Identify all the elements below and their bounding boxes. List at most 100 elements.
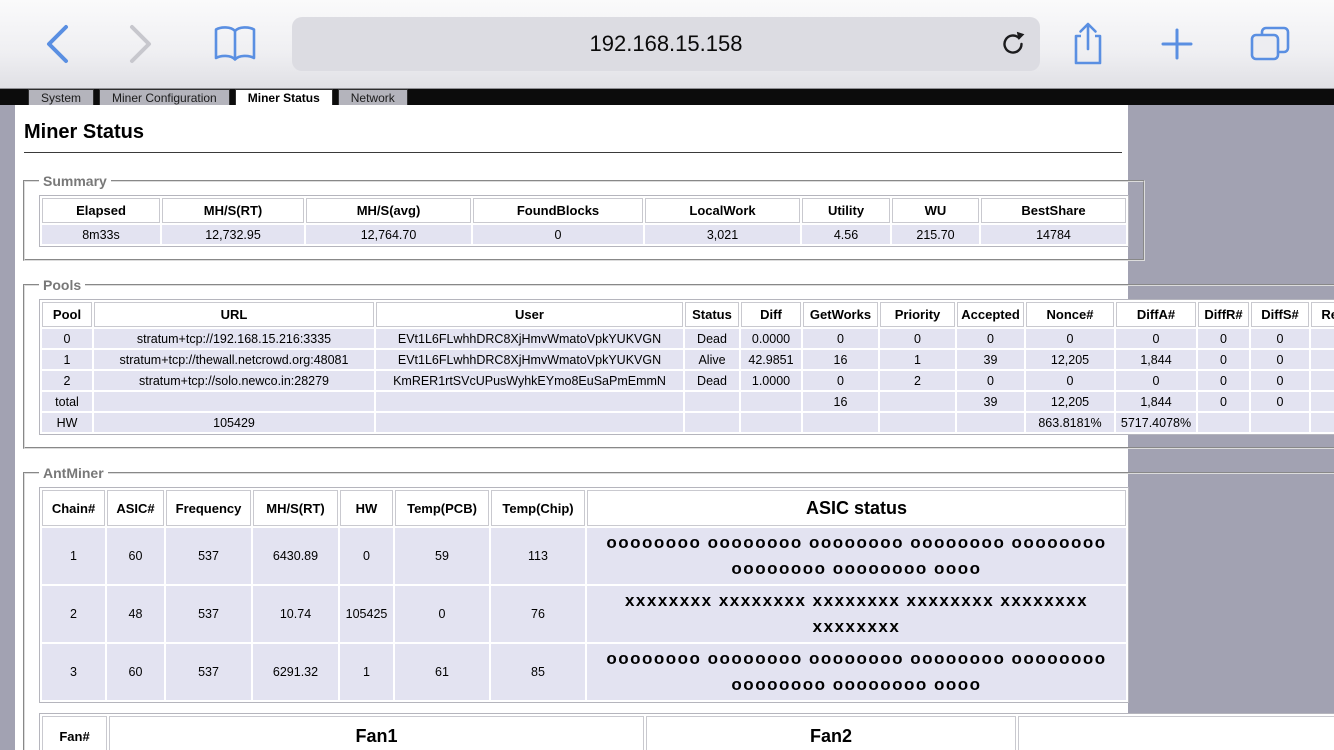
table-cell: 113 (491, 528, 585, 584)
table-row: HW105429863.8181%5717.4078% (42, 413, 1334, 432)
back-chevron-icon (44, 23, 70, 65)
table-cell: 12,205 (1026, 392, 1114, 411)
table-cell: 12,205 (1026, 350, 1114, 369)
table-cell: 2 (42, 586, 105, 642)
tab-miner-configuration[interactable]: Miner Configuration (99, 89, 230, 105)
table-cell: 0 (1311, 350, 1334, 369)
table-cell: 0 (1198, 350, 1249, 369)
table-cell (741, 413, 801, 432)
column-header: DiffR# (1198, 302, 1249, 327)
table-cell: 3,021 (645, 225, 800, 244)
pools-section: Pools PoolURLUserStatusDiffGetWorksPrior… (23, 277, 1334, 449)
new-tab-button[interactable] (1156, 0, 1198, 88)
table-cell (957, 413, 1024, 432)
table-cell: 0 (1026, 371, 1114, 390)
url-text: 192.168.15.158 (590, 31, 743, 57)
summary-header-row: ElapsedMH/S(RT)MH/S(avg)FoundBlocksLocal… (42, 198, 1126, 223)
antminer-table: Chain#ASIC#FrequencyMH/S(RT)HWTemp(PCB)T… (39, 487, 1129, 703)
fan-header-row: Fan#Fan1Fan2 (42, 716, 1334, 750)
browser-toolbar: 192.168.15.158 (0, 0, 1334, 89)
column-header: DiffA# (1116, 302, 1196, 327)
column-header: Frequency (166, 490, 251, 526)
forward-button[interactable] (124, 0, 158, 88)
column-header: User (376, 302, 683, 327)
table-cell: 39 (957, 392, 1024, 411)
table-cell: Dead (685, 329, 739, 348)
tab-network[interactable]: Network (338, 89, 408, 105)
table-cell: 85 (491, 644, 585, 700)
column-header: LocalWork (645, 198, 800, 223)
column-header: Temp(PCB) (395, 490, 489, 526)
column-header: Status (685, 302, 739, 327)
table-cell (880, 392, 955, 411)
table-cell: EVt1L6FLwhhDRC8XjHmvWmatoVpkYUKVGN (376, 350, 683, 369)
column-header: Elapsed (42, 198, 160, 223)
table-cell (94, 392, 374, 411)
table-cell: 0 (1198, 329, 1249, 348)
table-cell: 1 (42, 350, 92, 369)
bookmarks-button[interactable] (210, 0, 260, 88)
table-cell (376, 392, 683, 411)
column-header: Diff (741, 302, 801, 327)
share-button[interactable] (1066, 0, 1110, 88)
table-cell: 6430.89 (253, 528, 338, 584)
tab-system[interactable]: System (28, 89, 94, 105)
table-cell: 215.70 (892, 225, 979, 244)
summary-section: Summary ElapsedMH/S(RT)MH/S(avg)FoundBlo… (23, 173, 1145, 261)
share-icon (1070, 21, 1106, 67)
table-cell: 16 (803, 350, 878, 369)
table-cell: 76 (491, 586, 585, 642)
table-cell: 0 (1311, 371, 1334, 390)
column-header: ASIC status (587, 490, 1126, 526)
pools-legend: Pools (39, 277, 85, 293)
table-cell: 0 (42, 329, 92, 348)
table-cell: Alive (685, 350, 739, 369)
column-header: GetWorks (803, 302, 878, 327)
table-cell: 6291.32 (253, 644, 338, 700)
summary-legend: Summary (39, 173, 111, 189)
table-cell: 1,844 (1116, 350, 1196, 369)
table-cell: 10.74 (253, 586, 338, 642)
table-cell: 0 (1251, 350, 1309, 369)
reload-button[interactable] (1000, 31, 1026, 57)
table-cell: 0 (395, 586, 489, 642)
table-cell (376, 413, 683, 432)
table-cell: 1,844 (1116, 392, 1196, 411)
address-bar[interactable]: 192.168.15.158 (292, 17, 1040, 71)
table-cell: 537 (166, 528, 251, 584)
column-header: Chain# (42, 490, 105, 526)
column-header: Fan2 (646, 716, 1016, 750)
column-header: Utility (802, 198, 890, 223)
summary-value-row: 8m33s12,732.9512,764.7003,0214.56215.701… (42, 225, 1126, 244)
forward-chevron-icon (128, 23, 154, 65)
fan-table: Fan#Fan1Fan2 Speed (39, 713, 1334, 750)
column-header: MH/S(RT) (253, 490, 338, 526)
tabs-button[interactable] (1246, 0, 1294, 88)
table-cell: 0 (1198, 371, 1249, 390)
column-header: Fan# (42, 716, 107, 750)
table-row: 24853710.74105425076xxxxxxxx xxxxxxxx xx… (42, 586, 1126, 642)
tab-miner-status[interactable]: Miner Status (235, 89, 333, 105)
back-button[interactable] (40, 0, 74, 88)
table-cell: total (42, 392, 92, 411)
table-cell: KmRER1rtSVcUPusWyhkEYmo8EuSaPmEmmN (376, 371, 683, 390)
column-header: BestShare (981, 198, 1126, 223)
book-icon (212, 25, 258, 63)
table-cell: 2 (880, 371, 955, 390)
table-cell (685, 413, 739, 432)
table-cell: 537 (166, 586, 251, 642)
table-cell: 0 (1198, 392, 1249, 411)
table-row: total163912,2051,844000 (42, 392, 1334, 411)
table-cell: 0 (957, 371, 1024, 390)
pools-table: PoolURLUserStatusDiffGetWorksPriorityAcc… (39, 299, 1334, 435)
column-header: Temp(Chip) (491, 490, 585, 526)
table-cell: 4.56 (802, 225, 890, 244)
table-cell: 39 (957, 350, 1024, 369)
table-cell: 863.8181% (1026, 413, 1114, 432)
table-cell: 60 (107, 644, 164, 700)
column-header: FoundBlocks (473, 198, 643, 223)
table-cell: 0 (1026, 329, 1114, 348)
table-cell: 0 (957, 329, 1024, 348)
table-row: 1stratum+tcp://thewall.netcrowd.org:4808… (42, 350, 1334, 369)
table-cell: stratum+tcp://192.168.15.216:3335 (94, 329, 374, 348)
